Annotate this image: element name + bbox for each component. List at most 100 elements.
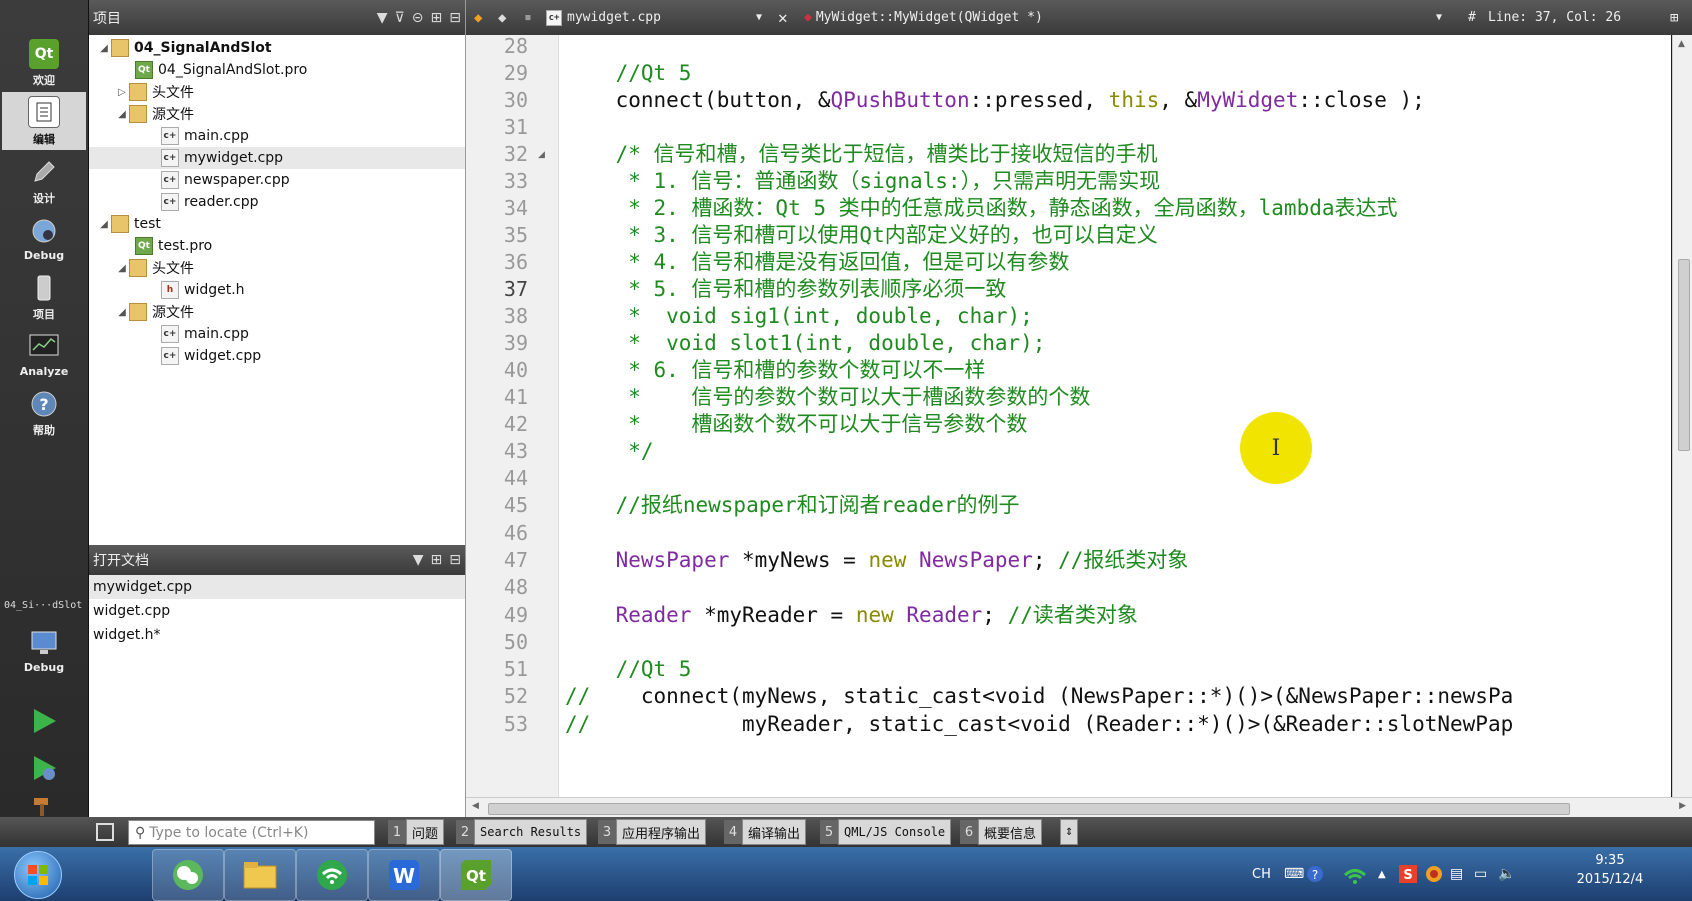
mode-projects[interactable]: 项目: [2, 268, 86, 326]
run-button[interactable]: [28, 705, 60, 737]
wechat-icon[interactable]: [152, 849, 224, 901]
close-pane-icon[interactable]: ⊟: [449, 552, 461, 568]
keyboard-icon[interactable]: ⌨: [1284, 847, 1304, 901]
tree-item-selected[interactable]: c+ mywidget.cpp: [89, 147, 465, 169]
tree-item[interactable]: ▷ 头文件: [115, 81, 194, 103]
tree-item[interactable]: c+ main.cpp: [161, 125, 249, 147]
split-editor-icon[interactable]: ⊞: [1670, 0, 1678, 35]
tree-item[interactable]: c+ reader.cpp: [161, 191, 259, 213]
mode-debug[interactable]: Debug: [2, 210, 86, 268]
output-tab-app-output[interactable]: 3 应用程序输出: [598, 819, 707, 845]
expanded-arrow-icon[interactable]: ◢: [97, 43, 111, 54]
line-number: 33: [503, 169, 528, 193]
horizontal-scrollbar[interactable]: ◀ ▶: [466, 797, 1692, 818]
wifi-app-icon[interactable]: [296, 849, 368, 901]
mode-label: Debug: [23, 249, 65, 262]
vertical-scroll-thumb[interactable]: [1678, 259, 1690, 451]
dropdown-arrow-icon[interactable]: ▼: [413, 552, 424, 568]
tree-item[interactable]: ◢ test: [97, 213, 161, 235]
expanded-arrow-icon[interactable]: ◢: [115, 109, 129, 120]
vertical-scrollbar[interactable]: ▲: [1672, 35, 1692, 797]
collapsed-arrow-icon[interactable]: ▷: [115, 87, 129, 98]
mode-help[interactable]: ? 帮助: [2, 384, 86, 442]
tree-item[interactable]: Qt test.pro: [135, 235, 212, 257]
clock[interactable]: 9:35 2015/12/4: [1560, 853, 1660, 887]
file-dropdown-icon[interactable]: ▼: [756, 0, 762, 35]
link-icon[interactable]: ⊝: [412, 10, 424, 26]
tray-expand-icon[interactable]: ▲: [1378, 847, 1386, 901]
wps-writer-icon[interactable]: W: [368, 849, 440, 901]
nav-back-icon[interactable]: ◆: [474, 0, 482, 35]
close-pane-icon[interactable]: ⊟: [449, 10, 461, 26]
kit-selector[interactable]: Debug: [2, 624, 86, 678]
scroll-right-icon[interactable]: ▶: [1679, 801, 1686, 811]
help-tray-icon[interactable]: ?: [1306, 847, 1324, 901]
explorer-folder-icon[interactable]: [224, 849, 296, 901]
line-number: 32: [503, 142, 528, 166]
mode-welcome[interactable]: Qt 欢迎: [2, 34, 86, 92]
line-number: 46: [503, 520, 528, 545]
volume-icon[interactable]: 🔈: [1498, 847, 1515, 901]
symbol-dropdown-icon[interactable]: ▼: [1436, 0, 1442, 35]
mode-design[interactable]: 设计: [2, 152, 86, 210]
sogou-input-icon[interactable]: S: [1398, 847, 1418, 901]
output-tabs-more[interactable]: ⇕: [1060, 819, 1079, 845]
tree-item[interactable]: ◢ 源文件: [115, 301, 194, 323]
open-doc-item[interactable]: mywidget.cpp: [89, 575, 465, 599]
mode-edit[interactable]: 编辑: [2, 92, 86, 150]
tree-item[interactable]: ◢ 头文件: [115, 257, 194, 279]
locator-input[interactable]: ⚲ Type to locate (Ctrl+K): [128, 820, 375, 845]
open-doc-item[interactable]: widget.h*: [89, 623, 465, 647]
horizontal-scroll-thumb[interactable]: [488, 803, 1570, 815]
filter-icon[interactable]: ⊽: [395, 10, 405, 26]
mode-analyze[interactable]: Analyze: [2, 326, 86, 384]
cursor-position[interactable]: Line: 37, Col: 26: [1488, 0, 1621, 35]
split-icon[interactable]: ⊞: [431, 552, 443, 568]
split-icon[interactable]: ⊞: [431, 10, 443, 26]
output-tab-general[interactable]: 6 概要信息: [960, 819, 1043, 845]
output-tab-number: 2: [456, 820, 474, 844]
display-icon[interactable]: ▭: [1474, 847, 1487, 901]
close-file-icon[interactable]: ✕: [778, 0, 788, 35]
open-doc-item[interactable]: widget.cpp: [89, 599, 465, 623]
tree-item[interactable]: ◢ 04_SignalAndSlot: [97, 37, 272, 59]
expanded-arrow-icon[interactable]: ◢: [115, 263, 129, 274]
build-button[interactable]: [28, 796, 60, 816]
dropdown-arrow-icon[interactable]: ▼: [377, 10, 388, 26]
output-tab-search[interactable]: 2 Search Results: [456, 819, 588, 845]
fold-marker-icon[interactable]: ◢: [538, 150, 545, 160]
output-tab-issues[interactable]: 1 问题: [388, 819, 445, 845]
cpp-file-icon: c+: [161, 193, 179, 211]
output-tab-compile[interactable]: 4 编译输出: [724, 819, 807, 845]
toggle-sidebar-icon[interactable]: [96, 823, 114, 841]
tree-item[interactable]: c+ main.cpp: [161, 323, 249, 345]
input-language[interactable]: CH: [1252, 847, 1271, 901]
tree-item[interactable]: h widget.h: [161, 279, 245, 301]
network-signal-icon[interactable]: [1342, 847, 1368, 901]
project-folder-icon: [111, 39, 129, 57]
clipboard-icon[interactable]: ▤: [1450, 847, 1463, 901]
output-tab-number: 1: [388, 820, 406, 844]
output-tab-qml-console[interactable]: 5 QML/JS Console: [820, 819, 952, 845]
tree-item[interactable]: c+ widget.cpp: [161, 345, 261, 367]
line-number: 53: [503, 711, 528, 736]
scroll-up-icon[interactable]: ▲: [1678, 39, 1685, 49]
tray-app-icon[interactable]: [1424, 847, 1444, 901]
debug-run-button[interactable]: [28, 752, 60, 784]
tree-item[interactable]: ◢ 源文件: [115, 103, 194, 125]
start-orb-icon[interactable]: [14, 851, 62, 899]
file-selector[interactable]: c+ mywidget.cpp: [546, 0, 661, 35]
expanded-arrow-icon[interactable]: ◢: [97, 219, 111, 230]
expanded-arrow-icon[interactable]: ◢: [115, 307, 129, 318]
nav-forward-icon[interactable]: ◆: [498, 0, 506, 35]
tree-item[interactable]: c+ newspaper.cpp: [161, 169, 290, 191]
symbol-selector[interactable]: ◆ MyWidget::MyWidget(QWidget *): [804, 0, 1043, 35]
mode-label: 项目: [33, 307, 55, 321]
clock-time: 9:35: [1595, 853, 1625, 868]
debug-play-icon: [34, 756, 56, 780]
scroll-left-icon[interactable]: ◀: [472, 801, 479, 811]
code-editor[interactable]: //Qt 5 connect(button, &QPushButton::pre…: [559, 35, 1671, 797]
qt-creator-icon[interactable]: Qt: [440, 849, 512, 901]
code-line: * 5. 信号和槽的参数列表顺序必须一致: [565, 277, 1007, 301]
tree-item[interactable]: Qt 04_SignalAndSlot.pro: [135, 59, 307, 81]
